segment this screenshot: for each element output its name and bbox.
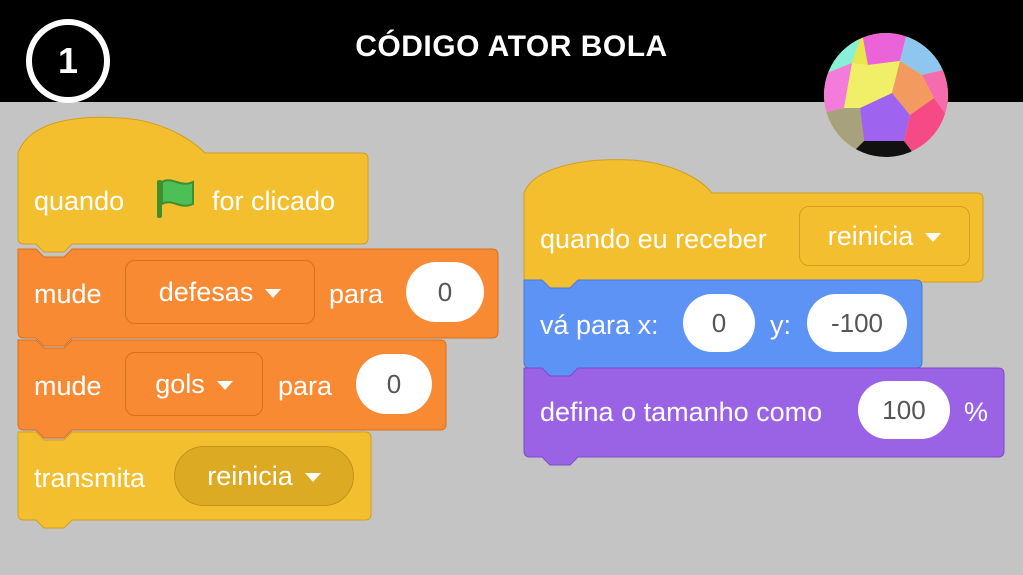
when-flag-label: quando <box>34 186 125 216</box>
size-value-input[interactable]: 100 <box>858 381 950 439</box>
broadcast-label: transmita <box>34 463 146 493</box>
y-label: y: <box>770 310 792 340</box>
percent-label: % <box>964 397 989 427</box>
variable-dropdown-gols[interactable]: gols <box>125 352 263 416</box>
to-label-2: para <box>278 371 333 401</box>
variable-dropdown-defesas[interactable]: defesas <box>125 260 315 324</box>
value-input-gols[interactable]: 0 <box>356 354 432 414</box>
when-receive-label: quando eu receber <box>540 224 767 254</box>
set-size-label: defina o tamanho como <box>540 397 823 427</box>
go-to-x-label: vá para x: <box>540 310 659 340</box>
chevron-down-icon <box>925 233 942 242</box>
chevron-down-icon <box>216 381 233 390</box>
chevron-down-icon <box>265 289 282 298</box>
chevron-down-icon <box>304 473 321 482</box>
set-label-1: mude <box>34 279 102 309</box>
x-value-input[interactable]: 0 <box>683 294 755 352</box>
clicked-label: for clicado <box>212 186 336 216</box>
broadcast-message-dropdown[interactable]: reinicia <box>174 446 354 506</box>
value-input-defesas[interactable]: 0 <box>406 262 484 322</box>
y-value-input[interactable]: -100 <box>807 294 907 352</box>
receive-message-dropdown[interactable]: reinicia <box>799 206 970 266</box>
to-label-1: para <box>329 279 384 309</box>
set-label-2: mude <box>34 371 102 401</box>
